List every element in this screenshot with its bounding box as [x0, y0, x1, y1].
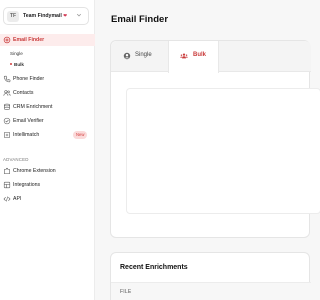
tab-bulk[interactable]: Bulk [168, 41, 219, 73]
sidebar-item-email-finder[interactable]: Email Finder [0, 34, 95, 46]
sidebar-subitem-single[interactable]: Single [10, 51, 23, 56]
sidebar-item-label: Chrome Extension [13, 168, 56, 174]
at-sign-icon [3, 36, 11, 44]
sidebar-item-phone-finder[interactable]: Phone Finder [0, 73, 95, 85]
sidebar-item-crm-enrichment[interactable]: CRM Enrichment [0, 101, 95, 113]
main-content: Email Finder Single Bulk Recent Enrichme… [95, 0, 320, 300]
table-header: FILE [111, 283, 311, 300]
sidebar-item-label: Email Verifier [13, 118, 44, 124]
team-name-text: Team Findymail [23, 13, 62, 19]
team-name: Team Findymail ❤ [23, 13, 67, 19]
sidebar-subitem-bulk[interactable]: Bulk [10, 62, 24, 67]
sidebar-item-label: Integrations [13, 182, 41, 188]
section-label-advanced: ADVANCED [3, 157, 29, 162]
tab-bar: Single Bulk [111, 41, 311, 73]
finder-card: Single Bulk [110, 40, 320, 238]
sidebar-item-email-verifier[interactable]: Email Verifier [0, 115, 95, 127]
column-header-file: FILE [120, 289, 132, 295]
sidebar-item-label: Intellimatch [13, 132, 40, 138]
chevron-down-icon [76, 13, 82, 17]
recent-enrichments-card: Recent Enrichments FILE [110, 252, 311, 300]
sidebar-item-integrations[interactable]: Integrations [0, 179, 95, 191]
users-icon [180, 53, 188, 59]
team-avatar: TF [7, 11, 19, 22]
recent-enrichments-title: Recent Enrichments [120, 264, 188, 271]
check-circle-icon [3, 117, 11, 125]
sidebar-item-label: Contacts [13, 90, 34, 96]
new-badge: New [73, 130, 88, 139]
puzzle-icon [4, 167, 10, 174]
sidebar-item-label: API [13, 196, 22, 202]
tab-label: Bulk [193, 52, 207, 58]
bulk-upload-area[interactable] [126, 88, 320, 214]
sidebar-item-intellimatch[interactable]: Intellimatch New [0, 129, 95, 141]
heart-icon: ❤ [63, 13, 68, 18]
active-dot-icon [10, 63, 12, 66]
page-title: Email Finder [111, 14, 169, 25]
database-icon [4, 103, 10, 110]
sidebar: TF Team Findymail ❤ Email Finder Single … [0, 0, 95, 300]
phone-icon [3, 75, 11, 83]
sidebar-item-label: Email Finder [13, 37, 45, 43]
code-icon [3, 196, 11, 202]
match-icon [4, 132, 11, 139]
sidebar-item-api[interactable]: API [0, 193, 95, 205]
sidebar-subitem-label: Bulk [14, 62, 24, 67]
team-switcher[interactable]: TF Team Findymail ❤ [3, 7, 89, 25]
tab-single[interactable]: Single [111, 41, 168, 72]
users-icon [3, 90, 11, 96]
sidebar-item-chrome-extension[interactable]: Chrome Extension [0, 165, 95, 177]
grid-icon [3, 181, 11, 189]
sidebar-item-label: CRM Enrichment [13, 104, 53, 110]
tab-label: Single [135, 52, 152, 58]
sidebar-item-contacts[interactable]: Contacts [0, 87, 95, 99]
sidebar-item-label: Phone Finder [13, 76, 45, 82]
user-icon [123, 52, 131, 60]
